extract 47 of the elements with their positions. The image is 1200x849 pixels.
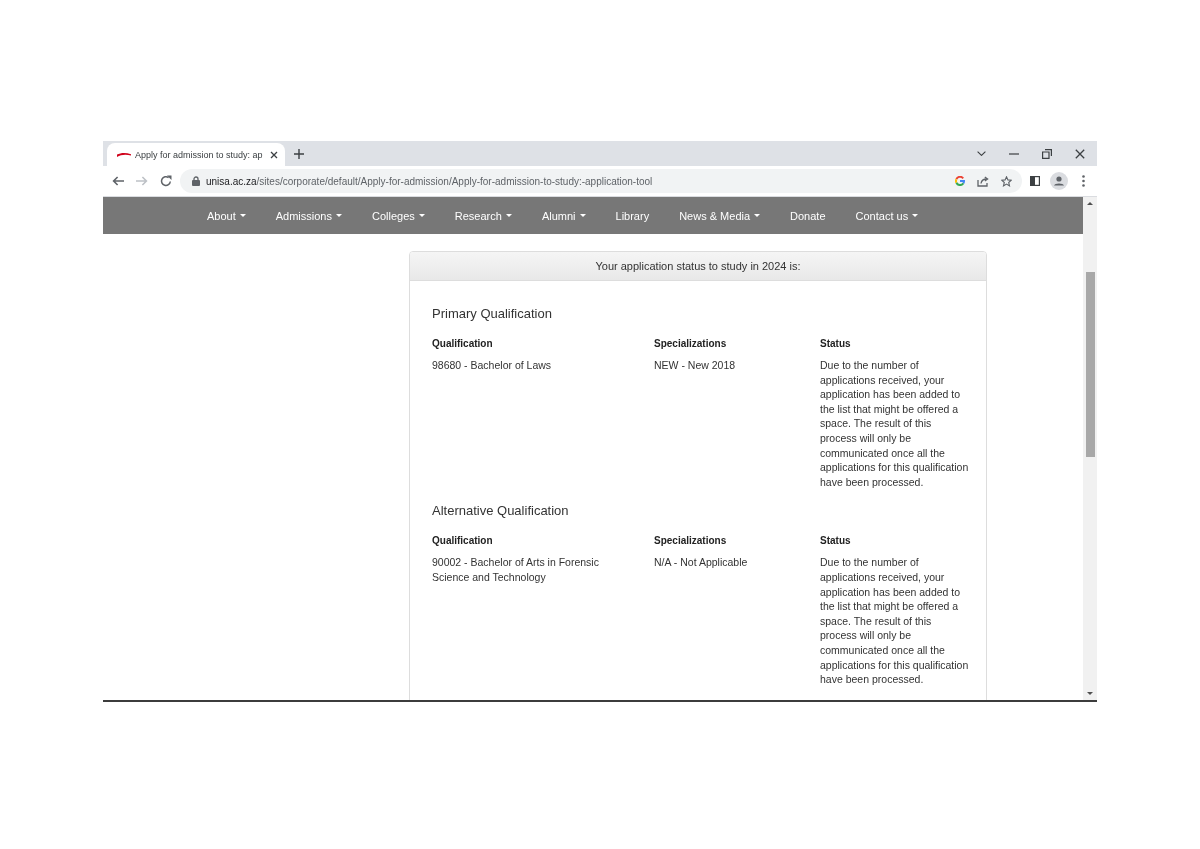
- address-bar[interactable]: unisa.ac.za/sites/corporate/default/Apply-for-admission/Apply-for-admission-to-study:-application-tool: [180, 169, 1022, 193]
- nav-link[interactable]: Research: [439, 197, 527, 234]
- share-icon[interactable]: [977, 175, 989, 187]
- avatar-icon[interactable]: [1050, 172, 1068, 190]
- column-header: Qualification: [432, 534, 493, 549]
- column-header: Specializations: [654, 534, 727, 549]
- browser-tab[interactable]: Apply for admission to study: ap: [107, 143, 285, 166]
- nav-link[interactable]: Contact us: [840, 197, 934, 234]
- column-header: Status: [820, 337, 851, 351]
- section-title: Alternative Qualification: [432, 502, 569, 521]
- minimize-icon[interactable]: [1009, 152, 1019, 155]
- side-panel-icon[interactable]: [1030, 176, 1040, 186]
- close-icon[interactable]: [270, 150, 278, 159]
- nav-link[interactable]: Donate: [775, 197, 841, 234]
- logo-icon: [117, 151, 131, 158]
- section-title: Primary Qualification: [432, 305, 552, 323]
- arrow-down-icon[interactable]: [1087, 692, 1093, 695]
- menu-icon[interactable]: [1082, 175, 1085, 187]
- star-icon[interactable]: [1001, 175, 1012, 187]
- table-cell: N/A - Not Applicable: [654, 555, 748, 570]
- panel-heading: Your application status to study in 2024 is:: [410, 252, 986, 281]
- restore-icon[interactable]: [1042, 148, 1052, 159]
- column-header: Specializations: [654, 337, 727, 351]
- nav-link[interactable]: Alumni: [526, 197, 601, 234]
- scrollbar-track[interactable]: [1083, 197, 1097, 700]
- close-icon[interactable]: [1075, 148, 1085, 159]
- chevron-down-icon[interactable]: [977, 151, 986, 156]
- lock-icon[interactable]: [192, 176, 200, 186]
- nav-link[interactable]: Library: [600, 197, 665, 234]
- table-cell-text: 90002 - Bachelor of Arts in Forensic Science and Technology: [432, 555, 600, 585]
- column-header: Status: [820, 534, 851, 549]
- nav-link[interactable]: About: [192, 197, 261, 234]
- plus-icon[interactable]: [294, 148, 304, 159]
- nav-link[interactable]: Colleges: [357, 197, 440, 234]
- scrollbar-thumb[interactable]: [1085, 272, 1095, 457]
- back-arrow-icon[interactable]: [112, 176, 124, 186]
- column-header: Qualification: [432, 337, 493, 351]
- table-cell: NEW - New 2018: [654, 358, 736, 373]
- reload-icon[interactable]: [160, 175, 172, 187]
- table-cell: 98680 - Bachelor of Laws: [432, 358, 552, 373]
- table-cell: Due to the number of applications received, your application has been added to the list that might be offered a space. The result of this process will only be communicated once all the applications for this qualification have been processed.: [820, 358, 970, 490]
- arrow-up-icon[interactable]: [1087, 202, 1093, 205]
- google-g-icon[interactable]: [955, 176, 965, 186]
- nav-link[interactable]: Admissions: [260, 197, 357, 234]
- table-cell: Due to the number of applications received, your application has been added to the list that might be offered a space. The result of this process will only be communicated once all the applications for this qualification have been processed.: [820, 555, 970, 687]
- url-text: unisa.ac.za/sites/corporate/default/Apply-for-admission/Apply-for-admission-to-study:-application-tool: [206, 175, 654, 187]
- nav-link[interactable]: News & Media: [664, 197, 776, 234]
